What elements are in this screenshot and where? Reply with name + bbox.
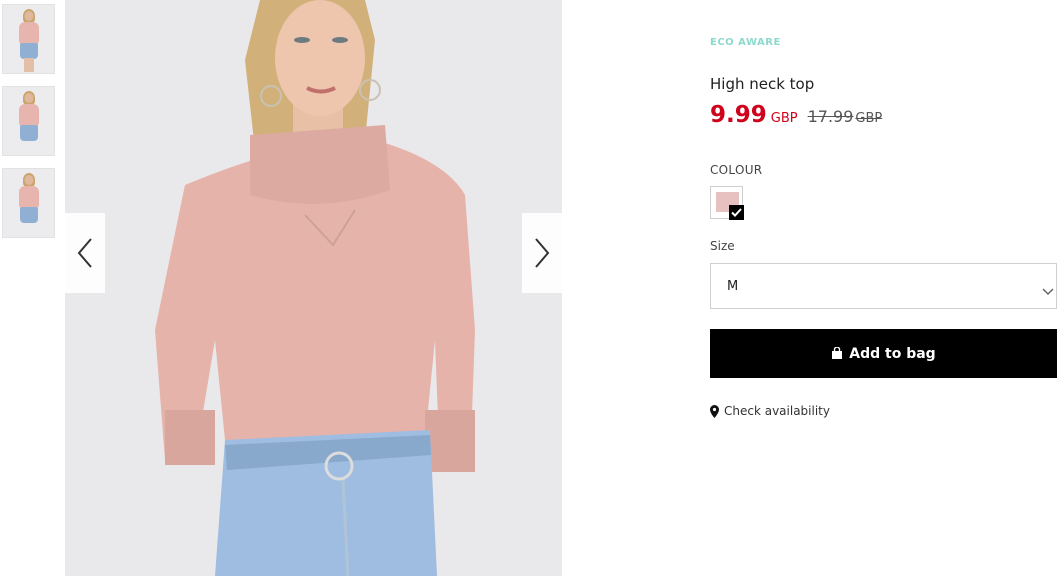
add-to-bag-label: Add to bag	[849, 345, 936, 362]
check-availability-label: Check availability	[724, 404, 830, 418]
product-main-image	[65, 0, 562, 576]
original-price: 17.99	[807, 107, 854, 126]
thumbnail-2[interactable]	[2, 86, 55, 156]
original-currency: GBP	[855, 111, 883, 126]
chevron-right-icon	[535, 238, 550, 268]
thumbnail-1[interactable]	[2, 4, 55, 74]
shopping-bag-icon	[831, 347, 843, 360]
product-page: ECO AWARE High neck top 9.99 GBP 17.99 GBP …	[0, 0, 1057, 576]
previous-image-button[interactable]	[65, 213, 105, 293]
add-to-bag-button[interactable]: Add to bag	[710, 329, 1057, 378]
next-image-button[interactable]	[522, 213, 562, 293]
colour-label: COLOUR	[710, 163, 763, 177]
size-select[interactable]: M	[710, 263, 1057, 309]
thumbnail-list	[2, 4, 55, 250]
sale-price: 9.99	[710, 102, 767, 128]
map-pin-icon	[710, 404, 719, 418]
price-row: 9.99 GBP 17.99 GBP	[710, 102, 882, 128]
chevron-left-icon	[77, 238, 92, 268]
thumbnail-3[interactable]	[2, 168, 55, 238]
model-illustration	[155, 0, 475, 576]
colour-swatch-pink[interactable]	[710, 186, 744, 220]
size-label: Size	[710, 239, 735, 253]
eco-aware-badge: ECO AWARE	[710, 37, 781, 48]
chevron-down-icon	[1042, 281, 1054, 300]
product-title: High neck top	[710, 75, 815, 93]
size-selected-value: M	[727, 279, 739, 294]
checkmark-icon	[729, 205, 744, 220]
sale-currency: GBP	[770, 111, 798, 126]
check-availability-link[interactable]: Check availability	[710, 404, 830, 418]
